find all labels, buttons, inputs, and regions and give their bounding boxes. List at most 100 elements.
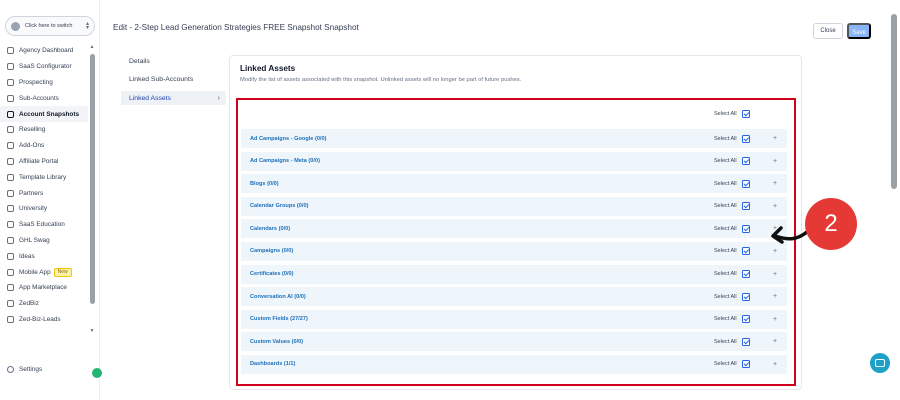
tab-label: Linked Assets (129, 94, 171, 102)
sidebar-item-zed-biz-leads[interactable]: Zed-Biz-Leads (0, 312, 88, 328)
row-select-checkbox[interactable] (741, 134, 750, 143)
sidebar-item-ghl-swag[interactable]: GHL Swag (0, 233, 88, 249)
row-select-checkbox[interactable] (741, 315, 750, 324)
asset-name[interactable]: Blogs (0/0) (241, 181, 787, 187)
asset-name[interactable]: Conversation AI (0/0) (241, 294, 787, 300)
asset-row[interactable]: Custom Fields (27/27) Select All + (241, 309, 787, 329)
row-select-all[interactable]: Select All (714, 270, 750, 279)
row-select-all[interactable]: Select All (714, 134, 750, 143)
sidebar-item-saas-education[interactable]: SaaS Education (0, 217, 88, 233)
account-switcher[interactable]: Click here to switch ▴ ▾ (5, 16, 95, 36)
asset-row[interactable]: Calendar Groups (0/0) Select All + (241, 196, 787, 216)
asset-name[interactable]: Certificates (0/0) (241, 271, 787, 277)
tab-linked-assets[interactable]: Linked Assets › (121, 91, 226, 105)
sidebar-item-ideas[interactable]: Ideas (0, 248, 88, 264)
asset-row[interactable]: Dashboards (1/1) Select All + (241, 354, 787, 374)
expand-plus-icon[interactable]: + (773, 203, 777, 210)
row-select-all[interactable]: Select All (714, 360, 750, 369)
sidebar-item-zed-biz-leads[interactable]: Zed-Biz-Leads (0, 327, 88, 331)
asset-name[interactable]: Ad Campaigns - Meta (0/0) (241, 158, 787, 164)
sidebar-item-zedbiz[interactable]: ZedBiz (0, 296, 88, 312)
asset-row[interactable]: Certificates (0/0) Select All + (241, 264, 787, 284)
select-all-master[interactable]: Select All (714, 110, 750, 118)
expand-plus-icon[interactable]: + (773, 271, 777, 278)
expand-plus-icon[interactable]: + (773, 180, 777, 187)
page-scrollbar[interactable] (891, 14, 897, 189)
sidebar-item-settings[interactable]: Settings (7, 366, 42, 373)
row-select-checkbox[interactable] (741, 157, 750, 166)
scroll-up-icon[interactable]: ▲ (89, 44, 95, 50)
asset-row[interactable]: Conversation AI (0/0) Select All + (241, 287, 787, 307)
row-select-all[interactable]: Select All (714, 315, 750, 324)
row-select-checkbox[interactable] (741, 224, 750, 233)
sidebar-item-partners[interactable]: Partners (0, 185, 88, 201)
chat-widget-button[interactable] (870, 353, 890, 373)
asset-row[interactable]: Ad Campaigns - Meta (0/0) Select All + (241, 151, 787, 171)
asset-name[interactable]: Custom Values (0/0) (241, 339, 787, 345)
sidebar-item-account-snapshots[interactable]: Account Snapshots (0, 106, 88, 122)
asset-row[interactable]: Ad Campaigns - Google (0/0) Select All + (241, 129, 787, 148)
asset-name[interactable]: Calendar Groups (0/0) (241, 203, 787, 209)
close-button[interactable]: Close (813, 23, 843, 39)
asset-name[interactable]: Dashboards (1/1) (241, 361, 787, 367)
scroll-down-icon[interactable]: ▼ (89, 328, 95, 334)
sidebar-item-label: Ideas (19, 252, 35, 260)
row-select-checkbox[interactable] (741, 179, 750, 188)
row-select-all[interactable]: Select All (714, 337, 750, 346)
expand-plus-icon[interactable]: + (773, 338, 777, 345)
row-select-checkbox[interactable] (741, 337, 750, 346)
gear-icon (7, 366, 14, 373)
asset-row[interactable]: Campaigns (0/0) Select All + (241, 241, 787, 261)
sidebar-item-mobile-app[interactable]: Mobile App New (0, 264, 88, 280)
expand-plus-icon[interactable]: + (773, 158, 777, 165)
sidebar-item-university[interactable]: University (0, 201, 88, 217)
sidebar-item-label: Add-Ons (19, 142, 45, 150)
asset-row[interactable]: Calendars (0/0) Select All + (241, 219, 787, 239)
tab-details[interactable]: Details (121, 54, 226, 68)
sidebar-item-add-ons[interactable]: Add-Ons (0, 138, 88, 154)
row-select-all[interactable]: Select All (714, 157, 750, 166)
sidebar-item-agency-dashboard[interactable]: Agency Dashboard (0, 43, 88, 59)
row-select-all[interactable]: Select All (714, 292, 750, 301)
leads-icon (7, 315, 14, 323)
row-select-all[interactable]: Select All (714, 179, 750, 188)
sidebar-item-saas-configurator[interactable]: SaaS Configurator (0, 59, 88, 75)
template-icon (7, 173, 14, 181)
asset-name[interactable]: Campaigns (0/0) (241, 248, 787, 254)
expand-plus-icon[interactable]: + (773, 316, 777, 323)
row-select-checkbox[interactable] (741, 360, 750, 369)
add-ons-icon (7, 142, 14, 150)
tab-linked-sub-accounts[interactable]: Linked Sub-Accounts (121, 72, 226, 86)
row-select-all[interactable]: Select All (714, 247, 750, 256)
status-indicator[interactable] (92, 368, 102, 378)
sidebar-item-prospecting[interactable]: Prospecting (0, 75, 88, 91)
chevron-right-icon: › (217, 94, 220, 102)
select-all-checkbox[interactable] (741, 110, 750, 118)
sidebar-item-template-library[interactable]: Template Library (0, 169, 88, 185)
sidebar-item-affiliate-portal[interactable]: Affiliate Portal (0, 154, 88, 170)
sidebar-scrollbar[interactable]: ▲ ▼ (89, 44, 95, 334)
sidebar-item-reselling[interactable]: Reselling (0, 122, 88, 138)
select-all-label: Select All (714, 111, 737, 117)
row-select-checkbox[interactable] (741, 202, 750, 211)
expand-plus-icon[interactable]: + (773, 361, 777, 368)
row-select-all-label: Select All (714, 293, 737, 300)
asset-name[interactable]: Custom Fields (27/27) (241, 316, 787, 322)
expand-plus-icon[interactable]: + (773, 135, 777, 142)
asset-name[interactable]: Calendars (0/0) (241, 226, 787, 232)
university-icon (7, 205, 14, 213)
expand-plus-icon[interactable]: + (773, 293, 777, 300)
row-select-all[interactable]: Select All (714, 224, 750, 233)
row-select-checkbox[interactable] (741, 247, 750, 256)
sidebar-scroll-thumb[interactable] (90, 54, 95, 304)
asset-row[interactable]: Custom Values (0/0) Select All + (241, 332, 787, 352)
sidebar-item-app-marketplace[interactable]: App Marketplace (0, 280, 88, 296)
save-button[interactable]: Save (847, 23, 871, 39)
row-select-checkbox[interactable] (741, 270, 750, 279)
sidebar-item-label: SaaS Configurator (19, 63, 72, 71)
row-select-all[interactable]: Select All (714, 202, 750, 211)
row-select-checkbox[interactable] (741, 292, 750, 301)
sidebar-item-sub-accounts[interactable]: Sub-Accounts (0, 90, 88, 106)
asset-row[interactable]: Blogs (0/0) Select All + (241, 174, 787, 194)
asset-name[interactable]: Ad Campaigns - Google (0/0) (241, 136, 787, 142)
